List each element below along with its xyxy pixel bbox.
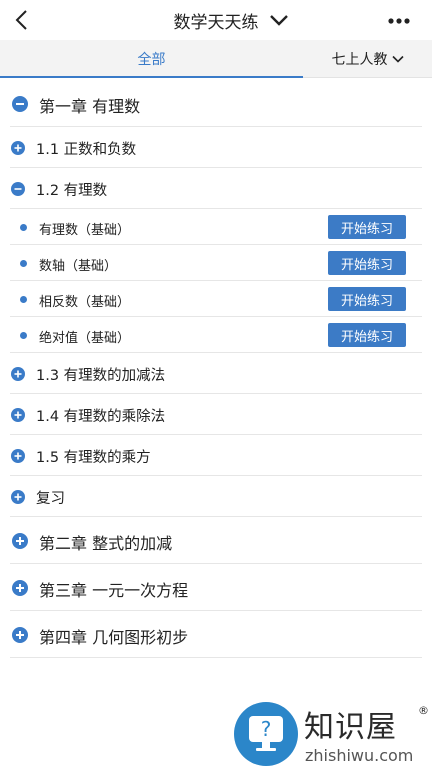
chapter-label: 第二章 整式的加减 — [39, 534, 173, 553]
expand-icon — [11, 141, 25, 155]
start-practice-button[interactable]: 开始练习 — [328, 251, 406, 275]
bullet-icon — [20, 296, 27, 303]
expand-icon — [12, 580, 28, 596]
section-item[interactable]: 1.2 有理数 — [10, 168, 422, 209]
lesson-item: 数轴（基础） 开始练习 — [10, 245, 422, 281]
section-item[interactable]: 1.1 正数和负数 — [10, 127, 422, 168]
lesson-item: 有理数（基础） 开始练习 — [10, 209, 422, 245]
section-label: 1.1 正数和负数 — [36, 142, 137, 158]
lesson-label: 绝对值（基础） — [39, 331, 131, 346]
start-practice-button[interactable]: 开始练习 — [328, 287, 406, 311]
section-item[interactable]: 1.5 有理数的乘方 — [10, 435, 422, 476]
lesson-label: 数轴（基础） — [39, 259, 118, 274]
bullet-icon — [20, 260, 27, 267]
tab-all-label: 全部 — [137, 52, 166, 68]
tab-all[interactable]: 全部 — [0, 40, 303, 78]
section-label: 1.4 有理数的乘除法 — [36, 409, 166, 425]
section-item[interactable]: 复习 — [10, 476, 422, 517]
section-item[interactable]: 1.3 有理数的加减法 — [10, 353, 422, 394]
expand-icon — [11, 449, 25, 463]
expand-icon — [11, 367, 25, 381]
chapter-item[interactable]: 第二章 整式的加减 — [10, 517, 422, 564]
lesson-item: 相反数（基础） 开始练习 — [10, 281, 422, 317]
lesson-label: 相反数（基础） — [39, 295, 131, 310]
watermark: ? 知识屋 ® zhishiwu.com — [232, 700, 432, 768]
more-horizontal-icon[interactable] — [388, 17, 410, 25]
chapter-item[interactable]: 第四章 几何图形初步 — [10, 611, 422, 658]
section-label: 复习 — [36, 491, 65, 507]
active-tab-indicator — [0, 76, 303, 78]
chapter-item[interactable]: 第三章 一元一次方程 — [10, 564, 422, 611]
expand-icon — [12, 533, 28, 549]
expand-icon — [12, 627, 28, 643]
section-label: 1.3 有理数的加减法 — [36, 368, 166, 384]
section-label: 1.2 有理数 — [36, 183, 108, 199]
page-title: 数学天天练 — [173, 12, 259, 33]
chapter-list: 第一章 有理数 1.1 正数和负数 1.2 有理数 有理数（基础） 开始练习 数… — [0, 80, 432, 658]
section-item[interactable]: 1.4 有理数的乘除法 — [10, 394, 422, 435]
registered-mark: ® — [418, 704, 429, 717]
title-dropdown[interactable]: 数学天天练 — [0, 0, 432, 40]
grade-selector[interactable]: 七上人教 — [303, 40, 432, 78]
start-practice-button[interactable]: 开始练习 — [328, 323, 406, 347]
chapter-item[interactable]: 第一章 有理数 — [10, 80, 422, 127]
svg-text:?: ? — [261, 717, 272, 741]
chapter-label: 第四章 几何图形初步 — [39, 628, 189, 647]
watermark-brand: 知识屋 — [304, 710, 397, 745]
expand-icon — [11, 490, 25, 504]
chapter-label: 第一章 有理数 — [39, 97, 141, 116]
chevron-down-icon — [391, 55, 404, 63]
collapse-icon — [11, 182, 25, 196]
lesson-item: 绝对值（基础） 开始练习 — [10, 317, 422, 353]
bullet-icon — [20, 224, 27, 231]
chevron-down-icon — [269, 15, 288, 26]
tab-bar: 全部 七上人教 — [0, 40, 432, 78]
section-label: 1.5 有理数的乘方 — [36, 450, 151, 466]
chapter-label: 第三章 一元一次方程 — [39, 581, 189, 600]
lesson-label: 有理数（基础） — [39, 223, 131, 238]
watermark-site: zhishiwu.com — [305, 746, 414, 765]
grade-label: 七上人教 — [331, 52, 388, 68]
start-practice-button[interactable]: 开始练习 — [328, 215, 406, 239]
collapse-icon — [12, 96, 28, 112]
expand-icon — [11, 408, 25, 422]
app-header: 数学天天练 — [0, 0, 432, 40]
help-monitor-logo-icon: ? — [234, 702, 298, 766]
bullet-icon — [20, 332, 27, 339]
